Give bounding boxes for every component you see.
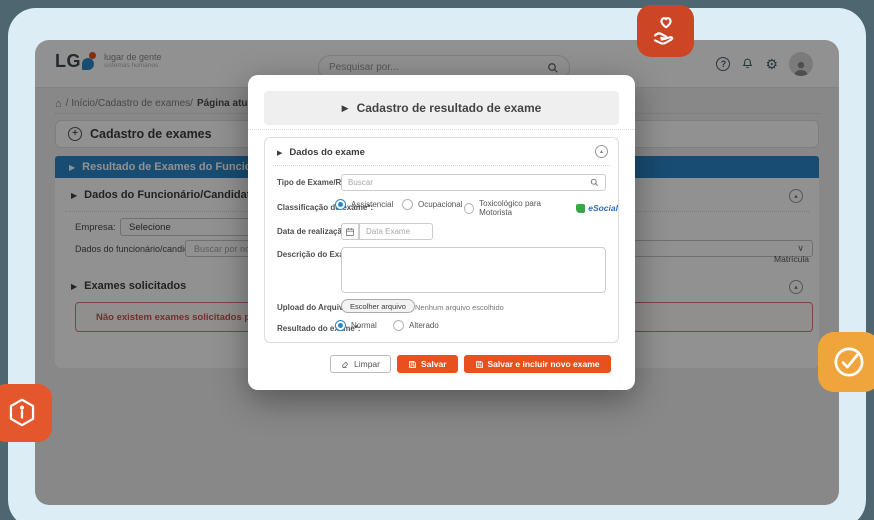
salvar-label: Salvar: [421, 359, 447, 369]
radio-normal-label[interactable]: Normal: [351, 321, 377, 330]
dados-exame-card: ▶ Dados do exame ▴ Tipo de Exame/Relatór…: [264, 137, 619, 343]
collapse-icon[interactable]: ▴: [595, 145, 608, 158]
tipo-exame-input[interactable]: [348, 178, 590, 187]
data-exame-input[interactable]: [366, 227, 426, 236]
radio-alterado-label[interactable]: Alterado: [409, 321, 439, 330]
section-title: Dados do exame: [289, 147, 365, 158]
eraser-icon: [341, 360, 350, 369]
file-button-label: Escolher arquivo: [350, 302, 406, 311]
descricao-textarea[interactable]: [341, 247, 606, 293]
save-disk-icon: [408, 360, 417, 369]
search-icon[interactable]: [590, 178, 599, 187]
radio-alterado[interactable]: [393, 320, 404, 331]
calendar-icon[interactable]: [341, 223, 359, 240]
upload-note: Nenhum arquivo escolhido: [415, 303, 504, 312]
esocial-text: eSocial: [588, 203, 618, 213]
radio-ocupacional-label[interactable]: Ocupacional: [418, 200, 462, 209]
modal-titlebar[interactable]: ▶ Cadastro de resultado de exame: [264, 91, 619, 125]
play-icon: ▶: [342, 103, 349, 114]
radio-toxicologico-label[interactable]: Toxicológico para Motorista: [479, 199, 567, 217]
success-badge[interactable]: [818, 332, 874, 392]
modal-title: Cadastro de resultado de exame: [357, 101, 542, 115]
tipo-exame-search-field[interactable]: [341, 174, 606, 191]
divider: [273, 165, 610, 166]
esocial-mark-icon: [576, 204, 585, 213]
salvar-button[interactable]: Salvar: [397, 355, 458, 373]
divider: [248, 129, 635, 130]
info-badge[interactable]: [0, 384, 52, 442]
circle-check-icon: [830, 343, 868, 381]
salvar-incluir-button[interactable]: Salvar e incluir novo exame: [464, 355, 611, 373]
play-icon: ▶: [277, 149, 282, 157]
radio-assistencial[interactable]: [335, 199, 346, 210]
benefits-badge[interactable]: [637, 5, 694, 57]
limpar-button[interactable]: Limpar: [330, 355, 391, 373]
escolher-arquivo-button[interactable]: Escolher arquivo: [341, 299, 415, 313]
hexagon-info-icon: [5, 395, 39, 431]
salvar-incluir-label: Salvar e incluir novo exame: [488, 359, 600, 369]
radio-normal[interactable]: [335, 320, 346, 331]
radio-toxicologico[interactable]: [464, 203, 474, 214]
cadastro-resultado-modal: ▶ Cadastro de resultado de exame ▶ Dados…: [248, 75, 635, 390]
limpar-label: Limpar: [354, 359, 380, 369]
radio-assistencial-label[interactable]: Assistencial: [351, 200, 393, 209]
hand-heart-icon: [649, 15, 683, 47]
data-exame-field[interactable]: [359, 223, 433, 240]
section-dados-exame[interactable]: ▶ Dados do exame: [277, 147, 365, 158]
save-disk-icon: [475, 360, 484, 369]
esocial-logo[interactable]: eSocial: [576, 203, 618, 213]
radio-ocupacional[interactable]: [402, 199, 413, 210]
